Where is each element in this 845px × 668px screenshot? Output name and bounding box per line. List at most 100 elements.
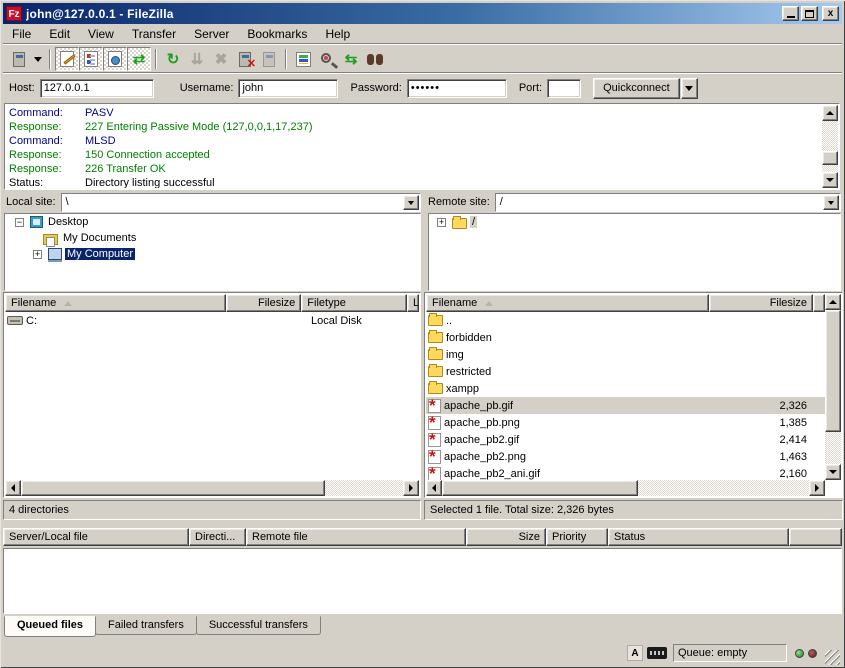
tab-queued-files[interactable]: Queued files bbox=[4, 616, 96, 637]
local-list-hscrollbar[interactable] bbox=[5, 480, 419, 496]
menu-transfer[interactable]: Transfer bbox=[123, 26, 185, 42]
disconnect-button[interactable]: ✕ bbox=[233, 47, 257, 71]
filter-button[interactable] bbox=[291, 47, 315, 71]
scrollbar-thumb[interactable] bbox=[825, 310, 841, 432]
remote-file-row[interactable]: .. bbox=[426, 312, 825, 329]
resize-grip[interactable] bbox=[825, 650, 840, 665]
remote-list-vscrollbar[interactable] bbox=[825, 294, 841, 480]
site-manager-icon bbox=[13, 52, 25, 67]
arrow-up-icon bbox=[829, 296, 837, 304]
remote-site-combo[interactable]: / bbox=[495, 193, 841, 212]
local-site-label: Local site: bbox=[6, 196, 56, 208]
scroll-down-button[interactable] bbox=[825, 464, 841, 480]
menu-bookmarks[interactable]: Bookmarks bbox=[238, 26, 316, 42]
username-input[interactable] bbox=[238, 79, 338, 98]
refresh-button[interactable]: ↻ bbox=[161, 47, 185, 71]
folder-icon bbox=[428, 366, 443, 377]
image-file-icon bbox=[428, 450, 441, 464]
collapse-icon[interactable]: − bbox=[15, 218, 24, 227]
column-remote-file[interactable]: Remote file bbox=[246, 528, 466, 546]
remote-file-row[interactable]: forbidden bbox=[426, 329, 825, 346]
column-server-local-file[interactable]: Server/Local file bbox=[3, 528, 189, 546]
toolbar-separator bbox=[285, 49, 287, 69]
port-input[interactable] bbox=[547, 79, 581, 98]
remote-file-row[interactable]: restricted bbox=[426, 363, 825, 380]
queue-status-text: Queue: empty bbox=[673, 644, 787, 662]
cancel-button[interactable]: ✖ bbox=[209, 47, 233, 71]
host-input[interactable] bbox=[40, 79, 154, 98]
column-filetype[interactable]: Filetype bbox=[301, 294, 407, 312]
scroll-down-button[interactable] bbox=[822, 172, 838, 188]
queue-list[interactable] bbox=[3, 548, 842, 614]
column-priority[interactable]: Priority bbox=[546, 528, 608, 546]
column-size[interactable]: Size bbox=[466, 528, 546, 546]
tree-item-desktop[interactable]: − Desktop bbox=[5, 214, 420, 230]
scroll-left-button[interactable] bbox=[426, 480, 442, 496]
toggle-message-log-button[interactable] bbox=[55, 47, 79, 71]
password-input[interactable] bbox=[407, 79, 507, 98]
tree-item-my-documents[interactable]: My Documents bbox=[5, 230, 420, 246]
quickconnect-dropdown-button[interactable] bbox=[681, 78, 698, 99]
scrollbar-thumb[interactable] bbox=[442, 480, 638, 496]
find-files-button[interactable] bbox=[363, 47, 387, 71]
scroll-right-button[interactable] bbox=[809, 480, 825, 496]
scrollbar-thumb[interactable] bbox=[822, 151, 838, 165]
tree-item-root[interactable]: + / bbox=[429, 214, 840, 230]
column-filesize[interactable]: Filesize bbox=[709, 294, 813, 312]
remote-file-row[interactable]: apache_pb2.png1,463 bbox=[426, 448, 825, 465]
local-status-text: 4 directories bbox=[3, 500, 421, 520]
local-file-row[interactable]: C: Local Disk bbox=[5, 312, 419, 329]
toggle-transfer-queue-button[interactable]: ⇄ bbox=[127, 47, 151, 71]
column-filesize[interactable]: Filesize bbox=[226, 294, 301, 312]
quickconnect-button[interactable]: Quickconnect bbox=[593, 78, 680, 99]
column-direction[interactable]: Directi... bbox=[189, 528, 246, 546]
scroll-right-button[interactable] bbox=[403, 480, 419, 496]
local-site-dropdown-button[interactable] bbox=[403, 195, 419, 210]
site-manager-button[interactable] bbox=[7, 47, 31, 71]
menu-view[interactable]: View bbox=[79, 26, 123, 42]
scrollbar-thumb[interactable] bbox=[21, 480, 325, 496]
filter-icon bbox=[296, 52, 311, 67]
activity-led-red-icon bbox=[808, 649, 817, 658]
filesize: 1,385 bbox=[779, 417, 807, 429]
remote-file-row[interactable]: xampp bbox=[426, 380, 825, 397]
column-last-modified[interactable]: L bbox=[407, 294, 419, 312]
local-site-combo[interactable]: \ bbox=[61, 193, 421, 212]
maximize-button[interactable] bbox=[801, 6, 818, 21]
log-scrollbar[interactable] bbox=[822, 105, 838, 188]
image-file-icon bbox=[428, 433, 441, 447]
scroll-up-button[interactable] bbox=[825, 294, 841, 310]
tab-successful-transfers[interactable]: Successful transfers bbox=[196, 616, 321, 635]
minimize-button[interactable] bbox=[782, 6, 799, 21]
column-status[interactable]: Status bbox=[608, 528, 789, 546]
column-filename[interactable]: Filename bbox=[5, 294, 226, 312]
tree-item-my-computer[interactable]: + My Computer bbox=[5, 246, 420, 262]
remote-list-hscrollbar[interactable] bbox=[426, 480, 825, 496]
column-filename[interactable]: Filename bbox=[426, 294, 709, 312]
expand-icon[interactable]: + bbox=[437, 218, 446, 227]
remote-file-row[interactable]: apache_pb2.gif2,414 bbox=[426, 431, 825, 448]
log-line: Command:PASV bbox=[9, 106, 822, 120]
remote-file-row-selected[interactable]: apache_pb.gif2,326 bbox=[426, 397, 825, 414]
toggle-local-tree-button[interactable] bbox=[79, 47, 103, 71]
menu-file[interactable]: File bbox=[3, 26, 40, 42]
remote-file-row[interactable]: apache_pb.png1,385 bbox=[426, 414, 825, 431]
reconnect-button[interactable] bbox=[257, 47, 281, 71]
tab-failed-transfers[interactable]: Failed transfers bbox=[95, 616, 197, 635]
menu-help[interactable]: Help bbox=[316, 26, 359, 42]
scroll-up-button[interactable] bbox=[822, 105, 838, 121]
expand-icon[interactable]: + bbox=[33, 250, 42, 259]
remote-site-dropdown-button[interactable] bbox=[823, 195, 839, 210]
directory-comparison-button[interactable] bbox=[315, 47, 339, 71]
menu-server[interactable]: Server bbox=[185, 26, 238, 42]
toggle-remote-tree-button[interactable] bbox=[103, 47, 127, 71]
close-button[interactable]: x bbox=[822, 6, 839, 21]
process-queue-button[interactable]: ⇊ bbox=[185, 47, 209, 71]
menu-edit[interactable]: Edit bbox=[40, 26, 79, 42]
local-list-header: Filename Filesize Filetype L bbox=[5, 294, 419, 312]
site-manager-dropdown-button[interactable] bbox=[31, 47, 45, 71]
remote-file-row[interactable]: img bbox=[426, 346, 825, 363]
scroll-left-button[interactable] bbox=[5, 480, 21, 496]
synchronized-browsing-button[interactable]: ⇆ bbox=[339, 47, 363, 71]
app-logo-icon[interactable]: Fz bbox=[6, 6, 22, 21]
